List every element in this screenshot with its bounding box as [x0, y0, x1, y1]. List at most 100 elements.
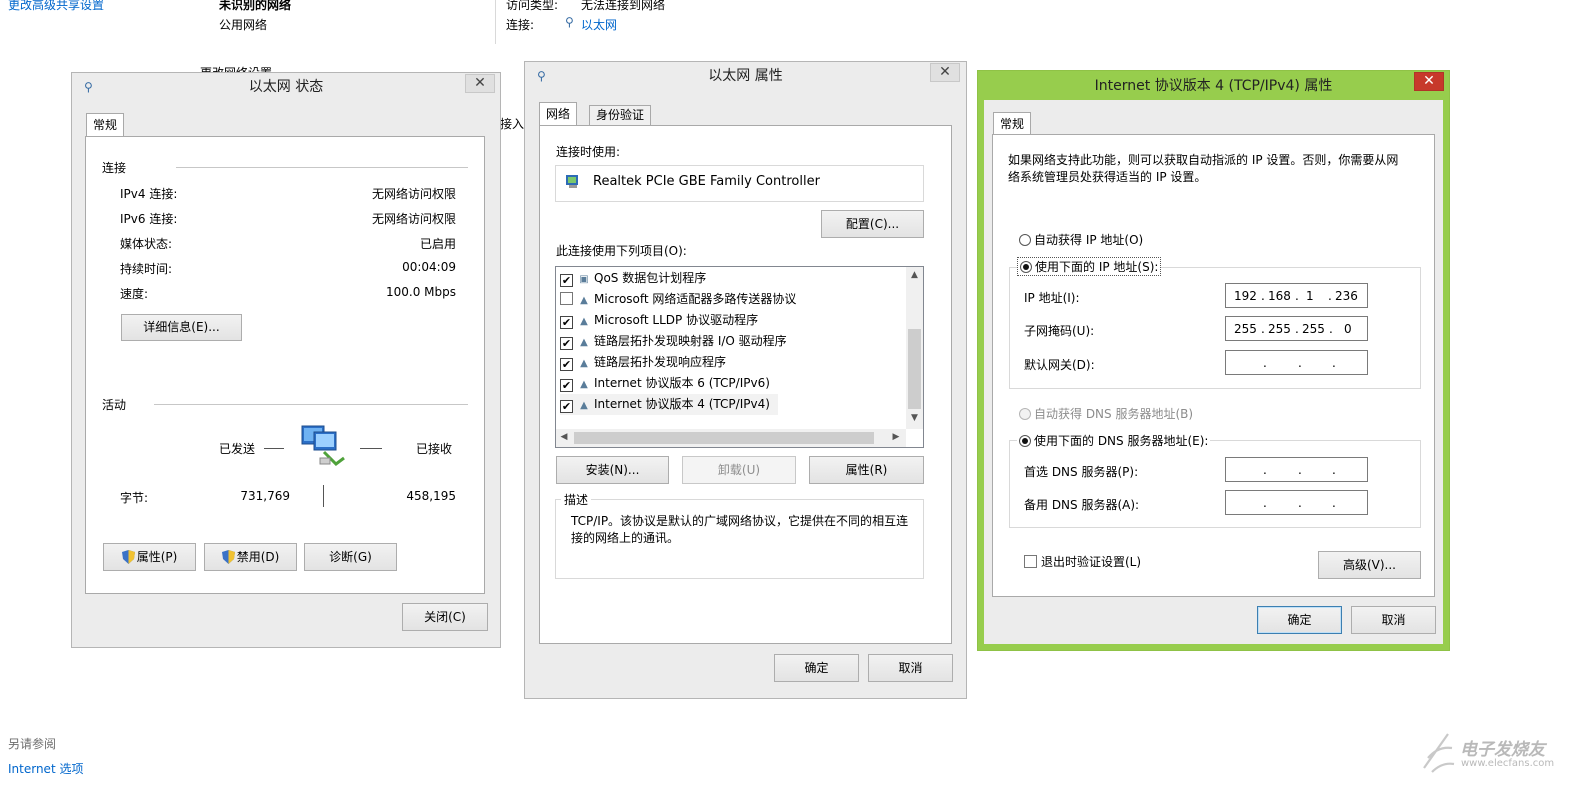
manual-ip-label: 使用下面的 IP 地址(S): [1035, 260, 1159, 274]
checkbox[interactable]: ✔ [560, 400, 573, 413]
duration-label: 持续时间: [120, 262, 173, 276]
radio-button[interactable] [1019, 234, 1031, 246]
scroll-thumb[interactable] [574, 432, 874, 444]
window-title: 以太网 属性 [708, 68, 783, 84]
speed-label: 速度: [120, 287, 149, 301]
ip-dot: . [1295, 289, 1299, 303]
radio-button[interactable] [1020, 261, 1032, 273]
checkbox[interactable]: ✔ [560, 316, 573, 329]
auto-ip-label: 自动获得 IP 地址(O) [1034, 233, 1144, 247]
gateway-dot: . [1298, 356, 1302, 370]
protocol-icon: ▲ [580, 316, 588, 327]
scroll-left-icon[interactable]: ◀ [558, 432, 570, 442]
dns-dot: . [1298, 463, 1302, 477]
watermark-brand: 电子发烧友 [1460, 740, 1545, 760]
diagnose-button[interactable]: 诊断(G) [304, 543, 397, 571]
properties-button-label: 属性(P) [136, 550, 178, 564]
items-label: 此连接使用下列项目(O): [556, 244, 687, 258]
list-item[interactable]: ▲ Microsoft 网络适配器多路传送器协议 [560, 289, 796, 310]
adapter-box: Realtek PCIe GBE Family Controller [555, 165, 924, 202]
tab-general[interactable]: 常规 [86, 113, 125, 136]
network-name: 未识别的网络 [219, 0, 292, 12]
configure-button[interactable]: 配置(C)... [821, 210, 924, 238]
scroll-down-icon[interactable]: ▼ [906, 413, 923, 423]
list-item[interactable]: ✔ ▲ Microsoft LLDP 协议驱动程序 [560, 310, 758, 331]
ipv4-value: 无网络访问权限 [371, 187, 456, 201]
manual-dns-option[interactable]: 使用下面的 DNS 服务器地址(E): [1017, 432, 1211, 449]
mask-dot: . [1295, 322, 1299, 336]
preferred-dns-field[interactable]: . . . [1225, 457, 1368, 482]
vertical-scrollbar[interactable]: ▲ ▼ [906, 267, 923, 429]
general-panel: 连接 IPv4 连接: 无网络访问权限 IPv6 连接: 无网络访问权限 媒体状… [85, 136, 485, 594]
ip-address-label: IP 地址(I): [1024, 291, 1080, 305]
access-type-value: 无法连接到网络 [581, 0, 666, 12]
intro-text: 如果网络支持此功能，则可以获取自动指派的 IP 设置。否则，你需要从网络系统管理… [1008, 153, 1399, 184]
list-item[interactable]: ✔ ▲ 链路层拓扑发现映射器 I/O 驱动程序 [560, 331, 787, 352]
adapter-name: Realtek PCIe GBE Family Controller [593, 174, 820, 189]
install-button[interactable]: 安装(N)... [556, 456, 669, 484]
ip-address-field[interactable]: 192 . 168 . 1 . 236 [1225, 283, 1368, 308]
scroll-thumb[interactable] [908, 329, 921, 409]
advanced-button[interactable]: 高级(V)... [1318, 551, 1421, 579]
details-button[interactable]: 详细信息(E)... [121, 314, 242, 341]
protocol-icon: ▲ [580, 379, 588, 390]
network-panel: 连接时使用: Realtek PCIe GBE Family Controlle… [539, 125, 952, 644]
close-icon[interactable]: ✕ [1414, 72, 1444, 91]
connect-using-label: 连接时使用: [556, 145, 621, 159]
dns-dot: . [1263, 463, 1267, 477]
description-text: TCP/IP。该协议是默认的广域网络协议，它提供在不同的相互连接的网络上的通讯。 [571, 514, 909, 545]
checkbox[interactable]: ✔ [560, 337, 573, 350]
list-item-label: QoS 数据包计划程序 [594, 271, 707, 285]
divider [495, 0, 496, 44]
close-button[interactable]: 关闭(C) [402, 603, 488, 631]
subnet-mask-field[interactable]: 255 . 255 . 255 . 0 [1225, 316, 1368, 341]
ok-button[interactable]: 确定 [1257, 606, 1342, 634]
checkbox[interactable]: ✔ [560, 358, 573, 371]
radio-button [1019, 408, 1031, 420]
gateway-field[interactable]: . . . [1225, 350, 1368, 375]
internet-options-link[interactable]: Internet 选项 [8, 760, 83, 777]
checkbox[interactable]: ✔ [560, 379, 573, 392]
list-item[interactable]: ✔ ▲ Internet 协议版本 6 (TCP/IPv6) [560, 373, 770, 394]
alternate-dns-field[interactable]: . . . [1225, 490, 1368, 515]
close-icon[interactable]: ✕ [930, 63, 960, 82]
auto-ip-option[interactable]: 自动获得 IP 地址(O) [1019, 231, 1143, 248]
cancel-button[interactable]: 取消 [1351, 606, 1436, 634]
radio-button[interactable] [1019, 435, 1031, 447]
checkbox[interactable] [1024, 555, 1037, 568]
checkbox[interactable]: ✔ [560, 274, 573, 287]
group-divider [176, 167, 468, 168]
gateway-label: 默认网关(D): [1024, 358, 1095, 372]
horizontal-scrollbar[interactable]: ◀ ▶ [556, 429, 906, 447]
dns-dot: . [1298, 496, 1302, 510]
gateway-dot: . [1263, 356, 1267, 370]
close-icon[interactable]: ✕ [465, 74, 495, 93]
tab-network[interactable]: 网络 [539, 102, 578, 125]
validate-option[interactable]: 退出时验证设置(L) [1024, 553, 1141, 570]
tab-general[interactable]: 常规 [993, 112, 1032, 135]
group-divider [154, 404, 468, 405]
scroll-up-icon[interactable]: ▲ [906, 270, 923, 280]
cancel-button[interactable]: 取消 [868, 654, 953, 682]
general-panel: 如果网络支持此功能，则可以获取自动指派的 IP 设置。否则，你需要从网络系统管理… [992, 134, 1435, 597]
scroll-right-icon[interactable]: ▶ [890, 432, 902, 442]
checkbox[interactable] [560, 292, 573, 305]
item-properties-button[interactable]: 属性(R) [809, 456, 924, 484]
protocol-icon: ▲ [580, 337, 588, 348]
ethernet-link[interactable]: 以太网 [581, 16, 617, 33]
list-item[interactable]: ✔ ▣ QoS 数据包计划程序 [560, 268, 706, 289]
advanced-sharing-link[interactable]: 更改高级共享设置 [8, 0, 104, 13]
tab-authentication[interactable]: 身份验证 [589, 105, 652, 125]
ipv4-label: IPv4 连接: [120, 187, 178, 201]
components-list[interactable]: ✔ ▣ QoS 数据包计划程序 ▲ Microsoft 网络适配器多路传送器协议 ✔ ▲… [555, 266, 924, 448]
properties-button[interactable]: 属性(P) [103, 543, 196, 571]
manual-ip-option[interactable]: 使用下面的 IP 地址(S): [1017, 257, 1162, 276]
mask-octet: 255 [1268, 322, 1291, 336]
bytes-received: 458,195 [406, 489, 456, 503]
list-item-selected[interactable]: ✔ ▲ Internet 协议版本 4 (TCP/IPv4) [560, 394, 778, 415]
list-item[interactable]: ✔ ▲ 链路层拓扑发现响应程序 [560, 352, 726, 373]
ok-button[interactable]: 确定 [774, 654, 859, 682]
ethernet-icon: ⚲ [565, 15, 574, 29]
mask-octet: 255 [1302, 322, 1325, 336]
disable-button[interactable]: 禁用(D) [204, 543, 297, 571]
